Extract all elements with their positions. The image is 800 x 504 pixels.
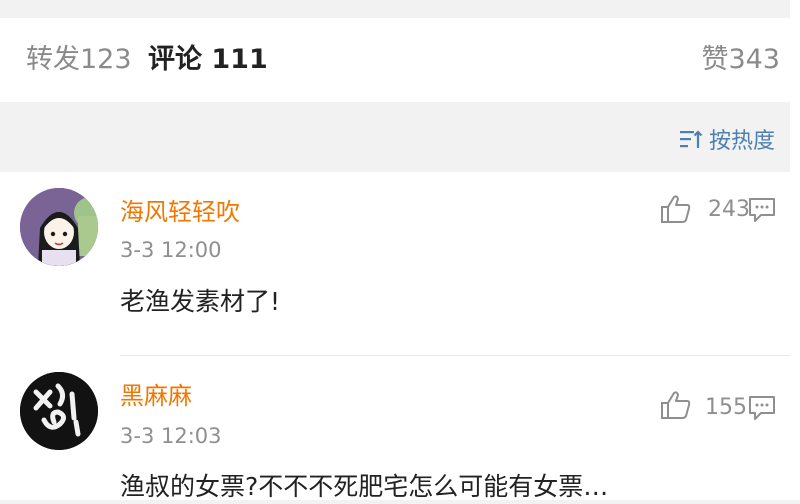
comment-list: 海风轻轻吹 3-3 12:00 老渔发素材了! 243 黑麻麻 3-3 12:0… [0, 172, 790, 501]
sort-by-hot-button[interactable]: 按热度 [679, 124, 775, 154]
tab-comments[interactable]: 评论 111 [148, 42, 268, 78]
like-count: 155 [705, 395, 747, 420]
comment-text: 老渔发素材了! [120, 287, 281, 316]
thumbs-up-icon [661, 391, 691, 419]
comment-time: 3-3 12:03 [120, 424, 222, 448]
sort-bar: 按热度 [0, 102, 790, 172]
comment-time: 3-3 12:00 [120, 238, 222, 262]
comment-reply-icon[interactable] [748, 196, 776, 228]
avatar[interactable] [20, 372, 98, 450]
like-count: 243 [708, 197, 750, 222]
comment-reply-icon[interactable] [748, 394, 776, 426]
comment-item: 黑麻麻 3-3 12:03 渔叔的女票?不不不死肥宅怎么可能有女票… 155 [0, 356, 790, 501]
like-button[interactable] [660, 194, 692, 224]
sort-icon [679, 130, 703, 148]
tab-bar: 转发123 评论 111 赞343 [0, 18, 790, 113]
comment-text: 渔叔的女票?不不不死肥宅怎么可能有女票… [120, 472, 609, 501]
thumbs-up-icon [661, 195, 691, 223]
comment-username[interactable]: 海风轻轻吹 [120, 196, 240, 228]
comment-username[interactable]: 黑麻麻 [120, 380, 192, 412]
like-button[interactable] [660, 390, 692, 420]
tab-likes[interactable]: 赞343 [701, 42, 780, 78]
top-gray-band [0, 0, 800, 18]
tab-repost[interactable]: 转发123 [26, 42, 132, 78]
comment-item: 海风轻轻吹 3-3 12:00 老渔发素材了! 243 [0, 172, 790, 356]
sort-label: 按热度 [708, 129, 775, 154]
scrollbar[interactable] [790, 0, 800, 500]
avatar[interactable] [20, 188, 98, 266]
